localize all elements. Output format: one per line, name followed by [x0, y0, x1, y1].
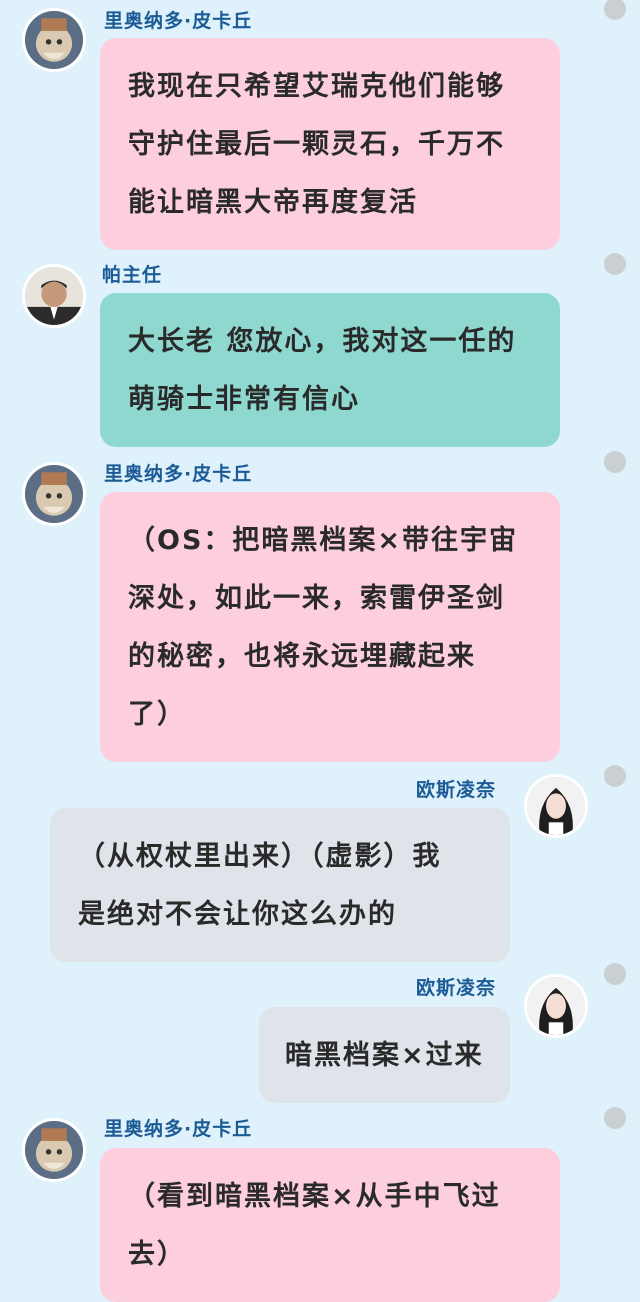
- message-line: （OS：把暗黑档案×带往宇宙: [128, 525, 519, 556]
- sender-name: 欧斯凌奈: [416, 977, 497, 999]
- message-line: 深处，如此一来，索雷伊圣剑: [128, 583, 505, 614]
- avatar-pikachu-elder[interactable]: [22, 1118, 86, 1182]
- avatar-director-pa[interactable]: [22, 264, 86, 328]
- sender-name: 里奥纳多·皮卡丘: [104, 1118, 253, 1140]
- message-bubble: 暗黑档案×过来: [259, 1007, 510, 1103]
- elder-avatar-icon: [25, 465, 83, 523]
- avatar-pikachu-elder[interactable]: [22, 8, 86, 72]
- sender-name: 欧斯凌奈: [416, 779, 497, 801]
- message-line: 萌骑士非常有信心: [128, 384, 360, 415]
- status-dot: [604, 0, 626, 20]
- girl-avatar-icon: [527, 977, 585, 1035]
- avatar-osilinai[interactable]: [524, 974, 588, 1038]
- elder-avatar-icon: [25, 11, 83, 69]
- elder-avatar-icon: [25, 1121, 83, 1179]
- status-dot: [604, 451, 626, 473]
- message-bubble: （从权杖里出来）（虚影）我 是绝对不会让你这么办的: [50, 808, 510, 962]
- message-line: 能让暗黑大帝再度复活: [128, 187, 418, 218]
- message-line: 是绝对不会让你这么办的: [78, 899, 397, 930]
- avatar-pikachu-elder[interactable]: [22, 462, 86, 526]
- girl-avatar-icon: [527, 777, 585, 835]
- message-line: 守护住最后一颗灵石，千万不: [128, 129, 505, 160]
- status-dot: [604, 765, 626, 787]
- sender-name: 里奥纳多·皮卡丘: [104, 463, 253, 485]
- message-line: 的秘密，也将永远埋藏起来: [128, 641, 476, 672]
- message-line: 暗黑档案×过来: [285, 1040, 484, 1071]
- message-line: 去）: [128, 1239, 186, 1270]
- message-line: （看到暗黑档案×从手中飞过: [128, 1181, 501, 1212]
- message-bubble: 我现在只希望艾瑞克他们能够 守护住最后一颗灵石，千万不 能让暗黑大帝再度复活: [100, 38, 560, 250]
- message-bubble: 大长老 您放心，我对这一任的 萌骑士非常有信心: [100, 293, 560, 447]
- status-dot: [604, 253, 626, 275]
- avatar-osilinai[interactable]: [524, 774, 588, 838]
- sender-name: 里奥纳多·皮卡丘: [104, 10, 253, 32]
- message-line: 了）: [128, 699, 186, 730]
- message-bubble: （OS：把暗黑档案×带往宇宙 深处，如此一来，索雷伊圣剑 的秘密，也将永远埋藏起…: [100, 492, 560, 762]
- message-line: 大长老 您放心，我对这一任的: [128, 326, 517, 357]
- message-bubble: （看到暗黑档案×从手中飞过 去）: [100, 1148, 560, 1302]
- status-dot: [604, 963, 626, 985]
- sender-name: 帕主任: [102, 264, 163, 286]
- status-dot: [604, 1107, 626, 1129]
- director-avatar-icon: [25, 267, 83, 325]
- message-line: （从权杖里出来）（虚影）我: [78, 841, 442, 872]
- message-line: 我现在只希望艾瑞克他们能够: [128, 71, 505, 102]
